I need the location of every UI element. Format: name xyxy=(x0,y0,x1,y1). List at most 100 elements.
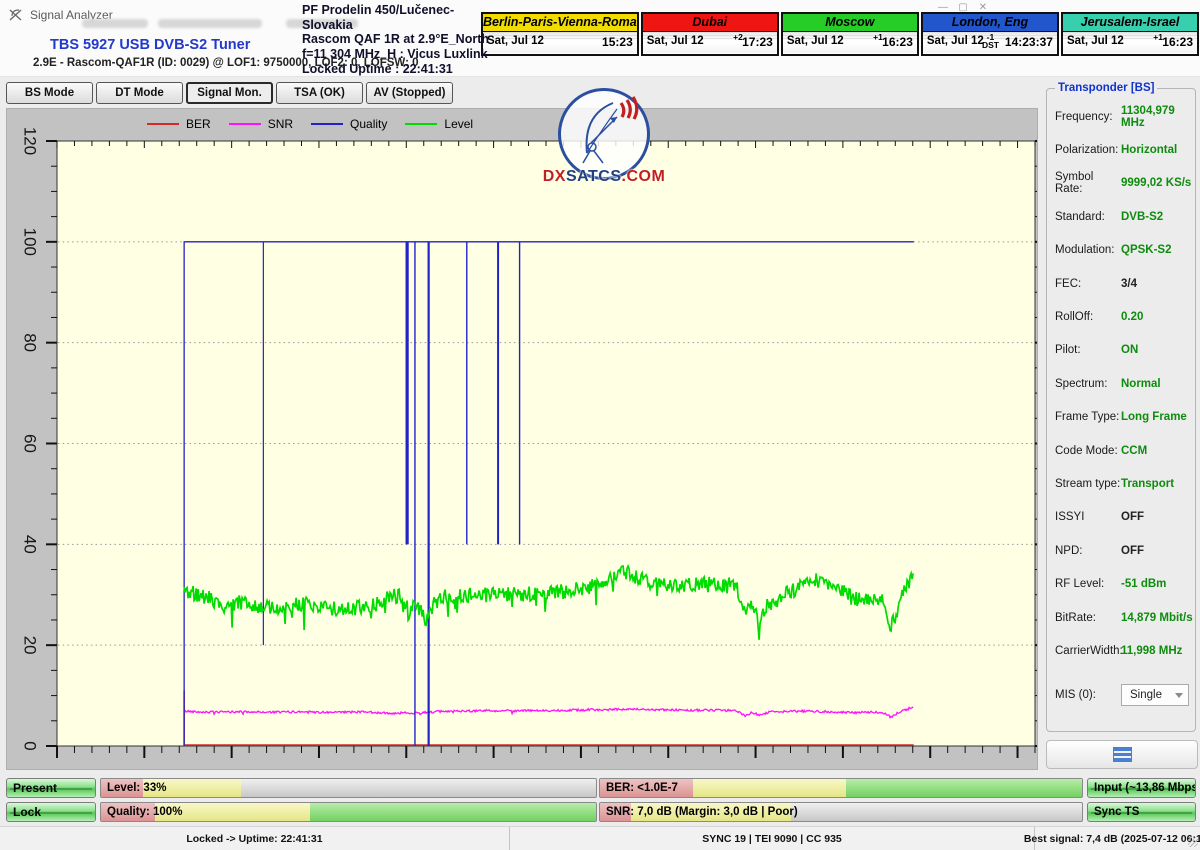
mis-dropdown[interactable]: Single xyxy=(1121,684,1189,706)
transponder-label: NPD: xyxy=(1055,545,1121,557)
mode-toolbar: BS ModeDT ModeSignal Mon.TSA (OK)AV (Sto… xyxy=(6,82,453,104)
redacted-text-strip xyxy=(82,19,148,28)
quality-bar-label: Quality: 100% xyxy=(107,803,182,822)
legend-label: Quality xyxy=(350,117,387,131)
mode-button-tsa-ok[interactable]: TSA (OK) xyxy=(276,82,363,104)
transponder-label: Stream type: xyxy=(1055,478,1121,490)
clock-time: 16:23 xyxy=(1162,35,1193,49)
mode-button-av-stopped[interactable]: AV (Stopped) xyxy=(366,82,453,104)
clock-date: Sat, Jul 12 xyxy=(647,35,704,47)
transponder-label: Pilot: xyxy=(1055,344,1121,356)
transponder-row: Standard:DVB-S2 xyxy=(1055,200,1195,233)
ber-bar-zone-green xyxy=(846,779,1082,797)
clock-utc-offset: -1DST xyxy=(982,33,999,49)
transponder-value: Normal xyxy=(1121,378,1161,390)
legend-swatch xyxy=(147,123,179,125)
chevron-down-icon xyxy=(1175,693,1183,698)
svg-text:60: 60 xyxy=(21,434,40,453)
ber-bar-zone-yellow xyxy=(693,779,846,797)
svg-text:100: 100 xyxy=(21,228,40,256)
transponder-value: -51 dBm xyxy=(1121,578,1166,590)
mode-button-bs-mode[interactable]: BS Mode xyxy=(6,82,93,104)
clock-city-label: London, Eng xyxy=(923,14,1057,32)
status-section-1: Locked -> Uptime: 22:41:31 xyxy=(0,827,510,850)
resize-grip[interactable] xyxy=(1188,837,1198,847)
transponder-row: FEC:3/4 xyxy=(1055,267,1195,300)
transponder-row: Polarization:Horizontal xyxy=(1055,133,1195,166)
signal-analyzer-window: Signal Analyzer —▢✕ PF Prodelin 450/Luče… xyxy=(0,0,1200,850)
svg-text:0: 0 xyxy=(21,741,40,750)
satellite-dish-icon xyxy=(561,91,641,171)
ber-bar-label: BER: <1.0E-7 xyxy=(606,779,678,798)
clock-body: Sat, Jul 12+116:23 xyxy=(1063,32,1197,53)
status-bar: Locked -> Uptime: 22:41:31SYNC 19 | TEI … xyxy=(0,826,1200,850)
status-lamp-input-13-86-mbps: Input (~13,86 Mbps) xyxy=(1087,778,1196,798)
transponder-value: 0.20 xyxy=(1121,311,1143,323)
clock-city-label: Dubai xyxy=(643,14,777,32)
transponder-label: Standard: xyxy=(1055,211,1121,223)
mis-row: MIS (0): Single xyxy=(1055,683,1195,707)
transponder-row: Frequency:11304,979 MHz xyxy=(1055,100,1195,133)
transponder-label: Symbol Rate: xyxy=(1055,171,1121,195)
transponder-row: Symbol Rate:9999,02 KS/s xyxy=(1055,167,1195,200)
mode-button-signal-mon[interactable]: Signal Mon. xyxy=(186,82,273,104)
site-info-block: PF Prodelin 450/Lučenec-Slovakia Rascom … xyxy=(302,3,492,77)
transponder-value: 3/4 xyxy=(1121,278,1137,290)
transponder-value: 9999,02 KS/s xyxy=(1121,177,1191,189)
chart-legend: BER SNR Quality Level xyxy=(147,117,473,131)
legend-item-level: Level xyxy=(405,117,473,131)
clock-date: Sat, Jul 12 xyxy=(927,35,984,47)
transponder-label: RF Level: xyxy=(1055,578,1121,590)
transponder-row: RF Level:-51 dBm xyxy=(1055,567,1195,600)
ber-bar: BER: <1.0E-7 xyxy=(599,778,1083,798)
clock-body: Sat, Jul 12+116:23 xyxy=(783,32,917,53)
legend-item-quality: Quality xyxy=(311,117,387,131)
transponder-label: FEC: xyxy=(1055,278,1121,290)
clock-body: Sat, Jul 12 15:23 xyxy=(483,32,637,53)
stream-info-button[interactable] xyxy=(1046,740,1198,769)
world-clocks: Berlin-Paris-Vienna-RomaSat, Jul 1215:23… xyxy=(481,12,1199,56)
status-section-3: Best signal: 7,4 dB (2025-07-12 06:19) xyxy=(1035,827,1200,850)
tuner-title: TBS 5927 USB DVB-S2 Tuner xyxy=(50,37,250,53)
clock-date: Sat, Jul 12 xyxy=(487,35,544,47)
clock-3: MoscowSat, Jul 12+116:23 xyxy=(781,12,919,56)
dxsatcs-logo xyxy=(558,88,650,180)
transponder-panel: Transponder [BS] Frequency:11304,979 MHz… xyxy=(1046,82,1196,732)
snr-bar-label: SNR: 7,0 dB (Margin: 3,0 dB | Poor) xyxy=(606,803,798,822)
transponder-label: RollOff: xyxy=(1055,311,1121,323)
transponder-value: 11304,979 MHz xyxy=(1121,105,1195,129)
transponder-value: 11,998 MHz xyxy=(1121,645,1182,657)
transponder-row: Spectrum:Normal xyxy=(1055,367,1195,400)
transponder-row: Code Mode:CCM xyxy=(1055,434,1195,467)
clock-date: Sat, Jul 12 xyxy=(1067,35,1124,47)
legend-item-ber: BER xyxy=(147,117,211,131)
snr-bar: SNR: 7,0 dB (Margin: 3,0 dB | Poor) xyxy=(599,802,1083,822)
transponder-value: CCM xyxy=(1121,445,1147,457)
legend-swatch xyxy=(311,123,343,125)
clock-date: Sat, Jul 12 xyxy=(787,35,844,47)
legend-label: BER xyxy=(186,117,211,131)
dxsatcs-logo-text: DXSATCS.COM xyxy=(524,168,684,186)
clock-5: Jerusalem-IsraelSat, Jul 12+116:23 xyxy=(1061,12,1199,56)
transponder-value: 14,879 Mbit/s xyxy=(1121,612,1193,624)
transponder-value: ON xyxy=(1121,344,1138,356)
transponder-value: Long Frame xyxy=(1121,411,1187,423)
transponder-value: DVB-S2 xyxy=(1121,211,1163,223)
clock-body: Sat, Jul 12-1DST 14:23:37 xyxy=(923,32,1057,53)
transponder-value: Horizontal xyxy=(1121,144,1177,156)
transponder-label: ISSYI xyxy=(1055,511,1121,523)
legend-label: SNR xyxy=(268,117,293,131)
clock-time: 15:23 xyxy=(602,35,633,49)
quality-bar: Quality: 100% xyxy=(100,802,597,822)
legend-swatch xyxy=(229,123,261,125)
transponder-row: Frame Type:Long Frame xyxy=(1055,401,1195,434)
mode-button-dt-mode[interactable]: DT Mode xyxy=(96,82,183,104)
svg-text:20: 20 xyxy=(21,636,40,655)
clock-city-label: Jerusalem-Israel xyxy=(1063,14,1197,32)
transponder-label: BitRate: xyxy=(1055,612,1121,624)
transponder-label: Frequency: xyxy=(1055,111,1121,123)
clock-time: 14:23:37 xyxy=(1005,35,1053,49)
transponder-row: Stream type:Transport xyxy=(1055,467,1195,500)
signal-chart: 020406080100120 xyxy=(7,109,1037,769)
transponder-label: CarrierWidth: xyxy=(1055,645,1121,657)
